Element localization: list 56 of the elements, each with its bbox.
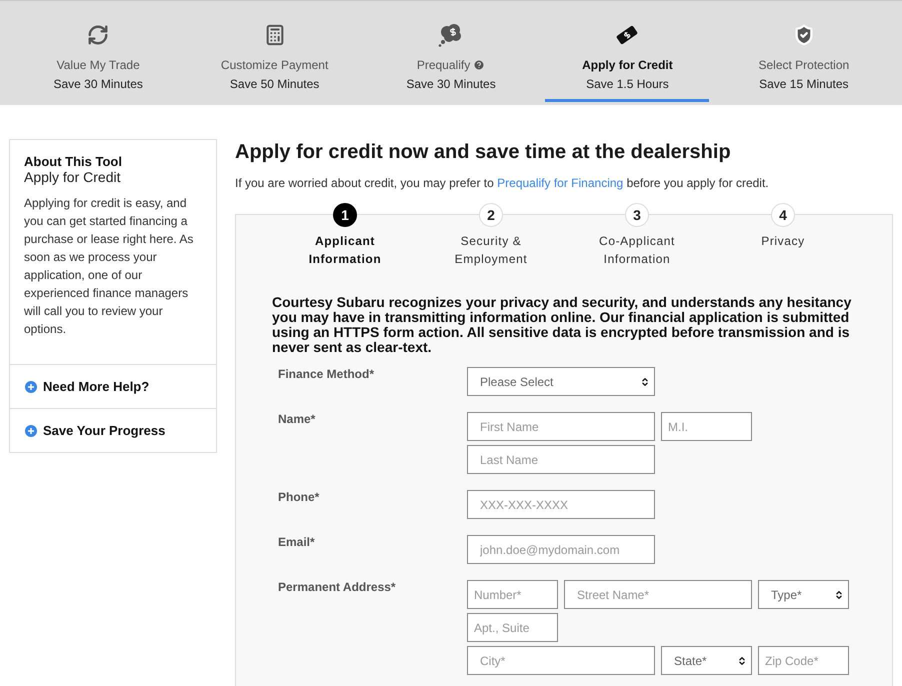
sidebar-text: Applying for credit is easy, and you can get started financing a purchase or lease right here. As soon as we process your application, one of our experienced finance managers will call you to review your options.: [24, 195, 194, 338]
intro-text: If you are worried about credit, you may prefer to Prequalify for Financing before you apply for credit.: [235, 176, 770, 190]
field-label: Finance Method*: [277, 367, 376, 383]
step-number[interactable]: 4: [771, 203, 795, 227]
text-field[interactable]: john.doe@mydomain.com: [467, 535, 655, 564]
tool-tab[interactable]: Customize Payment Save 50 Minutes: [192, 23, 357, 102]
field-label: Email*: [277, 535, 316, 551]
shield-check-icon: [792, 24, 815, 46]
field-label: Phone*: [277, 490, 320, 506]
text-field[interactable]: XXX-XXX-XXXX: [467, 490, 655, 519]
step-label: Applicant Information: [308, 233, 382, 268]
step-label: Privacy: [760, 233, 806, 250]
step-label: Co-Applicant Information: [598, 233, 676, 268]
tool-tab[interactable]: Value My Trade Save 30 Minutes: [16, 23, 180, 102]
step-number[interactable]: 2: [479, 203, 503, 227]
time-saved: Save 15 Minutes: [759, 77, 849, 91]
tool-label: Prequalify: [416, 58, 470, 72]
tool-label: Select Protection: [758, 58, 850, 72]
up-down-arrows-icon: [834, 590, 844, 600]
dropdown[interactable]: State*: [661, 646, 752, 675]
tool-label: Apply for Credit: [582, 58, 673, 72]
field-label: Permanent Address*: [277, 580, 397, 596]
plus-icon: [25, 380, 37, 392]
text-field[interactable]: City*: [467, 646, 655, 675]
up-down-arrows-icon: [737, 656, 747, 666]
sidebar-heading: About This Tool: [24, 154, 123, 169]
step-number[interactable]: 1: [333, 203, 357, 227]
text-field[interactable]: First Name: [467, 412, 655, 441]
sidebar-subheading: Apply for Credit: [24, 169, 122, 185]
text-field[interactable]: Zip Code*: [758, 646, 849, 675]
text-field[interactable]: Street Name*: [564, 580, 752, 609]
tool-tab[interactable]: Prequalify Save 30 Minutes: [369, 23, 534, 102]
prequalify-link[interactable]: Prequalify for Financing: [497, 176, 624, 190]
step-label: Security & Employment: [454, 233, 528, 268]
text-field[interactable]: M.I.: [661, 412, 752, 441]
calculator-icon: [264, 24, 286, 46]
tool-tab[interactable]: Apply for Credit Save 1.5 Hours: [545, 23, 710, 102]
time-saved: Save 30 Minutes: [406, 77, 496, 91]
privacy-notice: Courtesy Subaru recognizes your privacy and security, and understands any hesitancy you may have in transmitting information online. Our financial application is submitted using an HTTPS form action. All sensitive data is encrypted before transmission and is never sent as clear-text.: [272, 295, 852, 355]
time-saved: Save 50 Minutes: [230, 77, 320, 91]
text-field[interactable]: Apt., Suite: [467, 613, 558, 642]
text-field[interactable]: Last Name: [467, 445, 655, 474]
tool-label: Customize Payment: [220, 58, 328, 72]
refresh-icon: [87, 24, 110, 46]
up-down-arrows-icon: [640, 376, 650, 386]
field-label: Name*: [277, 412, 316, 428]
page-title: Apply for credit now and save time at the dealership: [235, 141, 732, 164]
plus-icon: [25, 424, 37, 436]
tool-tab[interactable]: Select Protection Save 15 Minutes: [722, 23, 886, 102]
text-field[interactable]: Number*: [467, 580, 558, 609]
dropdown[interactable]: Type*: [758, 580, 849, 609]
dropdown[interactable]: Please Select: [467, 367, 655, 396]
time-saved: Save 1.5 Hours: [586, 77, 669, 91]
time-saved: Save 30 Minutes: [54, 77, 143, 91]
step-number[interactable]: 3: [625, 203, 649, 227]
tool-label: Value My Trade: [56, 58, 140, 72]
